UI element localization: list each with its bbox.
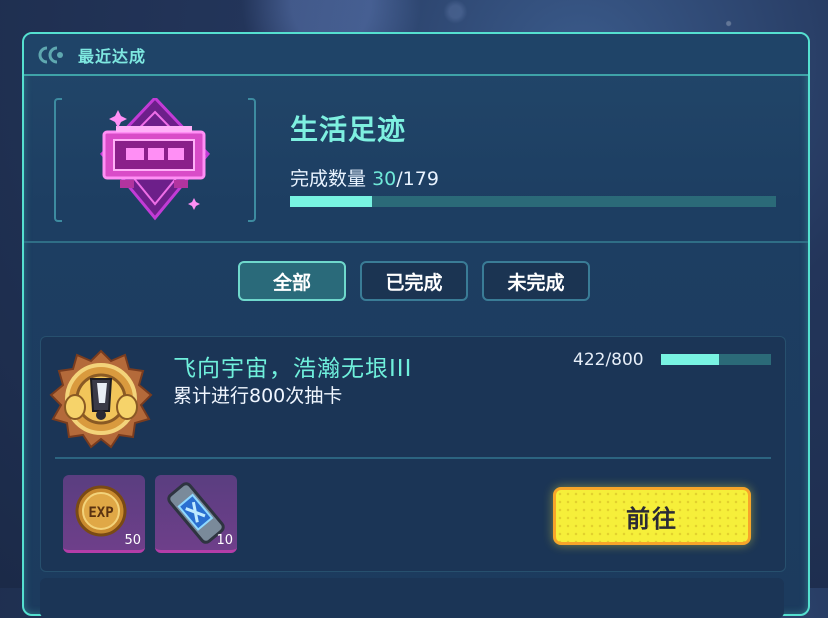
- recent-achievements-panel: 最近达成 生活足迹 完成数量 30/179 全部 已完成 未完成 飞向宇宙，浩瀚…: [22, 32, 810, 618]
- achievement-title: 飞向宇宙，浩瀚无垠III: [173, 356, 413, 382]
- reward-exp-count: 50: [124, 533, 141, 548]
- achievement-description: 累计进行800次抽卡: [173, 385, 343, 407]
- completion-count-current: 30: [372, 168, 397, 190]
- completion-count: 完成数量 30/179: [290, 164, 439, 191]
- achievement-progress-text: 422/800: [573, 350, 644, 370]
- reward-ticket-count: 10: [216, 533, 233, 548]
- reward-item-exp[interactable]: EXP 50: [63, 475, 145, 553]
- gold-medal-icon: [49, 349, 153, 449]
- svg-text:EXP: EXP: [88, 505, 113, 521]
- completion-count-total: /179: [396, 168, 439, 190]
- achievement-progress-bar: [661, 354, 771, 365]
- category-progress-fill: [290, 196, 372, 207]
- reward-item-ticket[interactable]: 10: [155, 475, 237, 553]
- tab-completed[interactable]: 已完成: [360, 261, 468, 301]
- achievement-logo-icon: [38, 46, 63, 64]
- radio-badge-icon: [99, 98, 211, 221]
- tab-incomplete[interactable]: 未完成: [482, 261, 590, 301]
- achievement-progress-fill: [661, 354, 720, 365]
- section-divider: [24, 241, 808, 243]
- category-title: 生活足迹: [290, 113, 407, 146]
- go-button[interactable]: 前往: [553, 487, 751, 545]
- next-achievement-card: [40, 578, 784, 618]
- panel-title: 最近达成: [78, 47, 147, 66]
- card-divider: [55, 457, 771, 459]
- panel-header: 最近达成: [24, 34, 808, 76]
- completion-count-label: 完成数量: [290, 168, 367, 190]
- tab-all[interactable]: 全部: [238, 261, 346, 301]
- achievement-card: 飞向宇宙，浩瀚无垠III 累计进行800次抽卡 422/800 EXP 50 1…: [40, 336, 786, 572]
- category-progress-bar: [290, 196, 776, 207]
